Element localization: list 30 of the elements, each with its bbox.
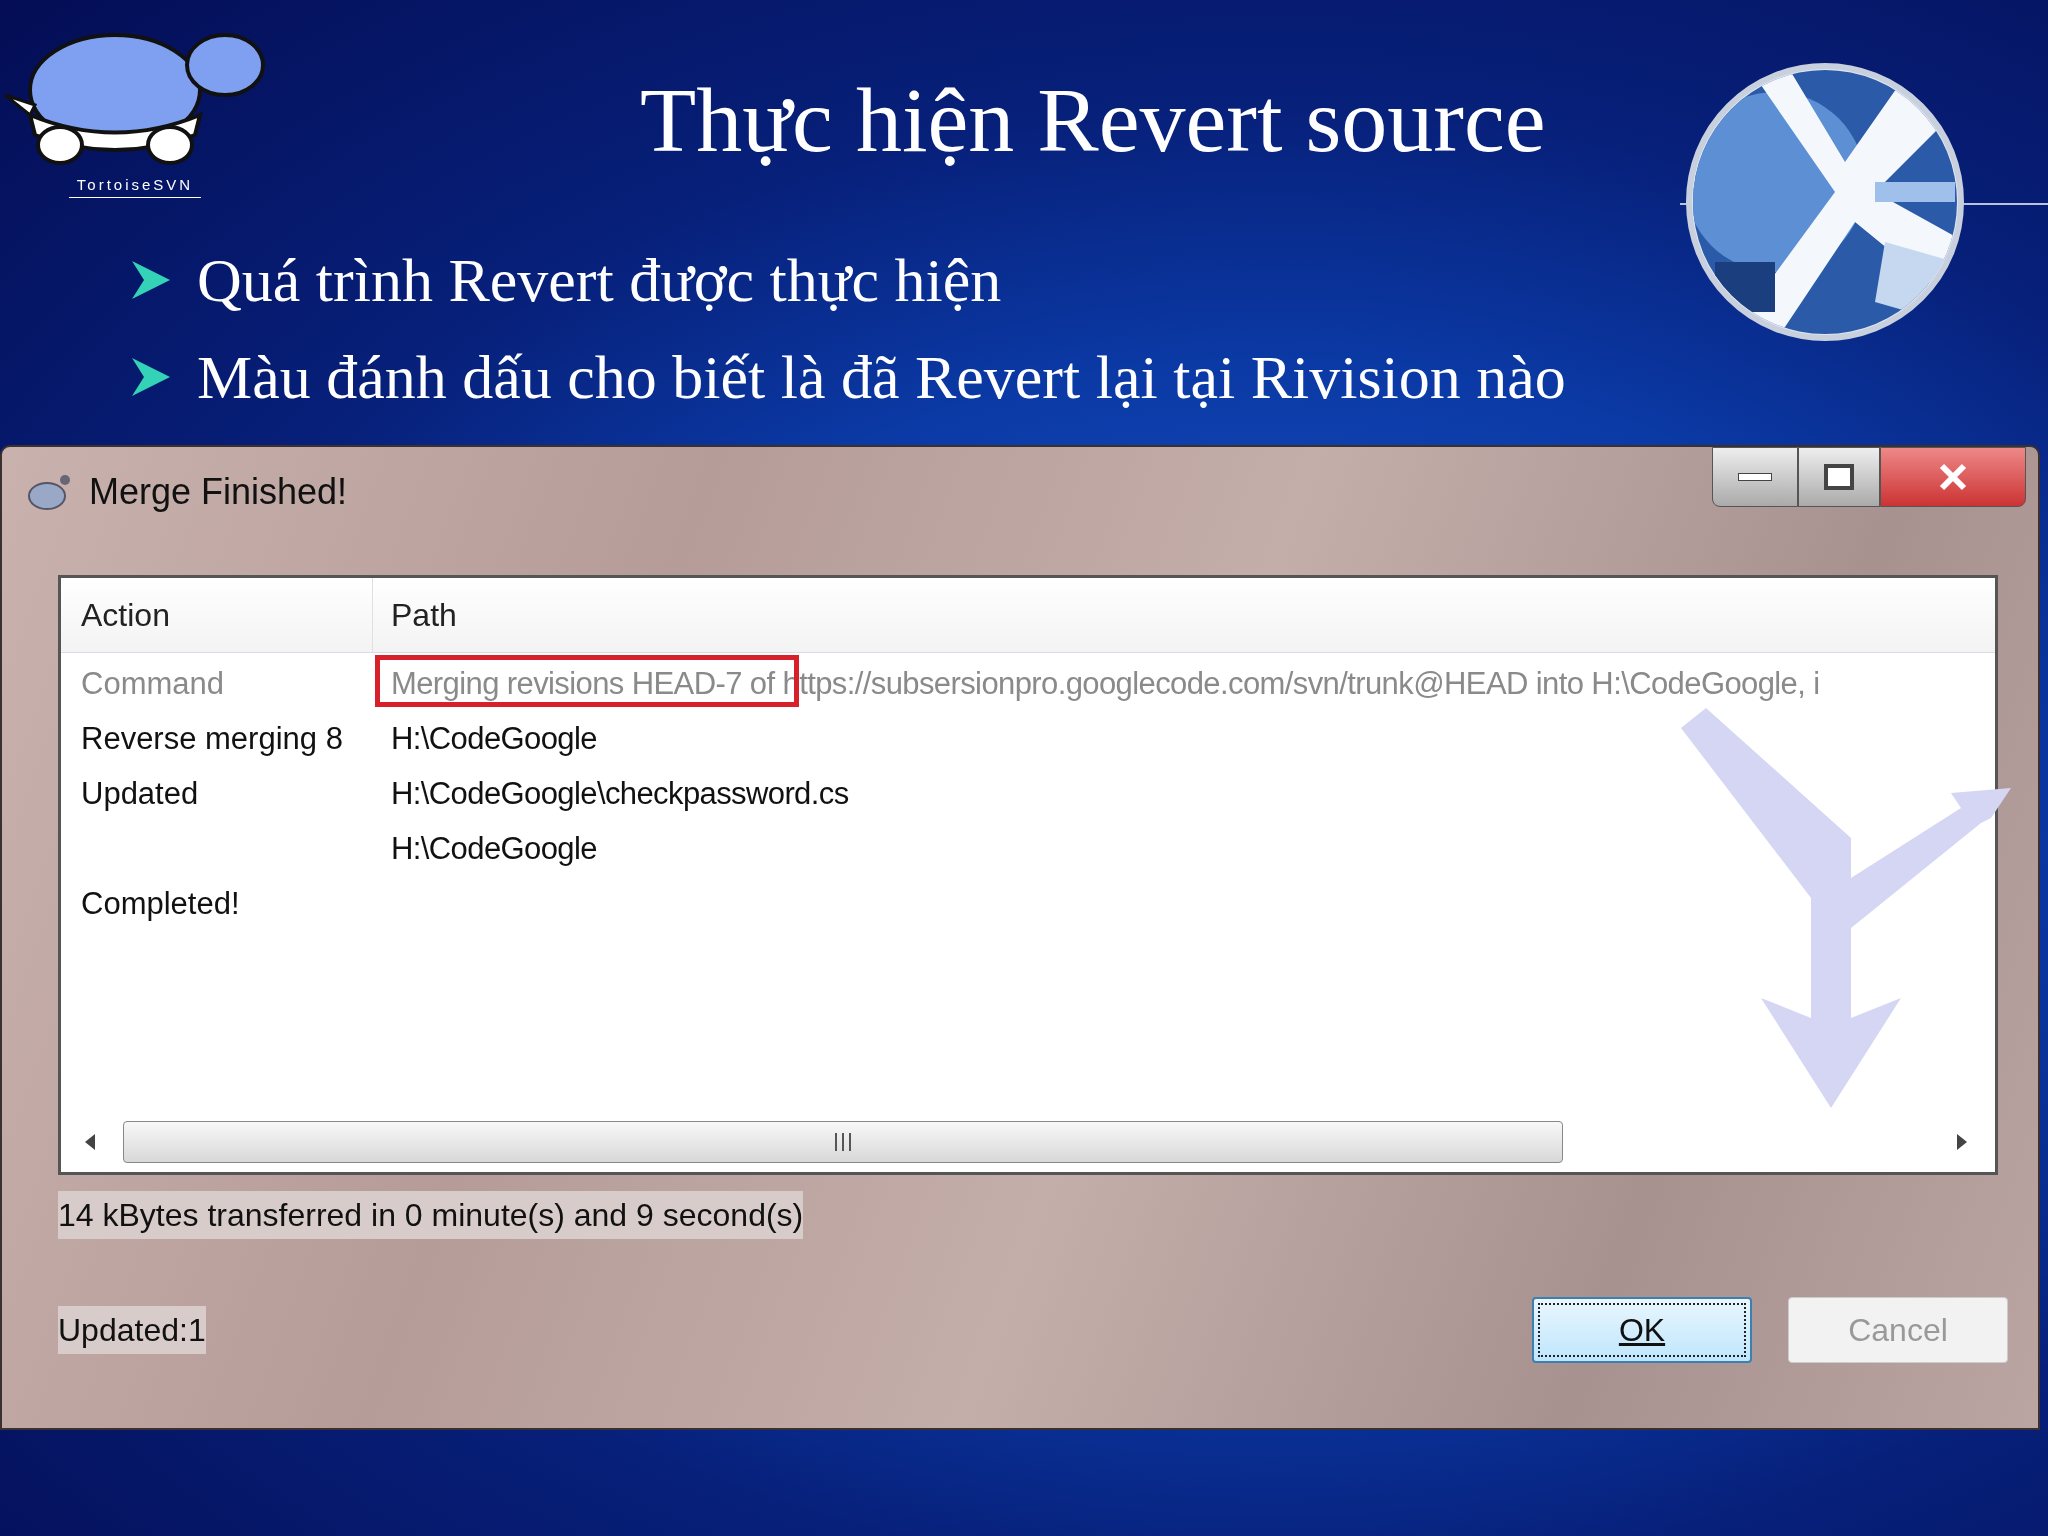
merge-icon (27, 472, 71, 512)
summary-text: Updated:1 (58, 1306, 206, 1354)
column-header[interactable]: Action (61, 578, 373, 652)
bullet-text: Quá trình Revert được thực hiện (197, 245, 1002, 317)
action-cell: Reverse merging 8 (81, 721, 343, 757)
slide-title: Thực hiện Revert source (640, 70, 1546, 172)
scrollbar-thumb[interactable] (123, 1121, 1563, 1163)
column-header[interactable]: Path (373, 591, 457, 639)
scroll-left-icon[interactable] (85, 1134, 95, 1150)
minimize-icon (1738, 473, 1772, 481)
maximize-icon (1824, 464, 1854, 490)
close-button[interactable] (1880, 447, 2026, 507)
path-cell: H:\CodeGoogle (391, 721, 597, 757)
ok-button[interactable]: OK (1532, 1297, 1752, 1363)
minimize-button[interactable] (1712, 447, 1798, 507)
action-cell: Updated (81, 776, 199, 812)
grip-icon (833, 1133, 853, 1151)
maximize-button[interactable] (1798, 447, 1880, 507)
transfer-info: 14 kBytes transferred in 0 minute(s) and 9 second(s) (58, 1191, 804, 1239)
arrowhead-bullet-icon (130, 259, 172, 302)
arrowhead-bullet-icon (130, 355, 172, 398)
action-cell: Completed! (81, 886, 240, 922)
action-cell: Command (81, 666, 224, 702)
close-icon (1938, 463, 1968, 491)
logo-text: TortoiseSVN (68, 174, 202, 198)
window-title: Merge Finished! (89, 470, 348, 514)
bullet-text: Màu đánh dấu cho biết là đã Revert lại tại Rivision nào (197, 341, 1566, 413)
scroll-right-icon[interactable] (1957, 1134, 1967, 1150)
path-cell: H:\CodeGoogle\checkpassword.cs (391, 776, 849, 812)
path-cell: H:\CodeGoogle (391, 831, 597, 867)
